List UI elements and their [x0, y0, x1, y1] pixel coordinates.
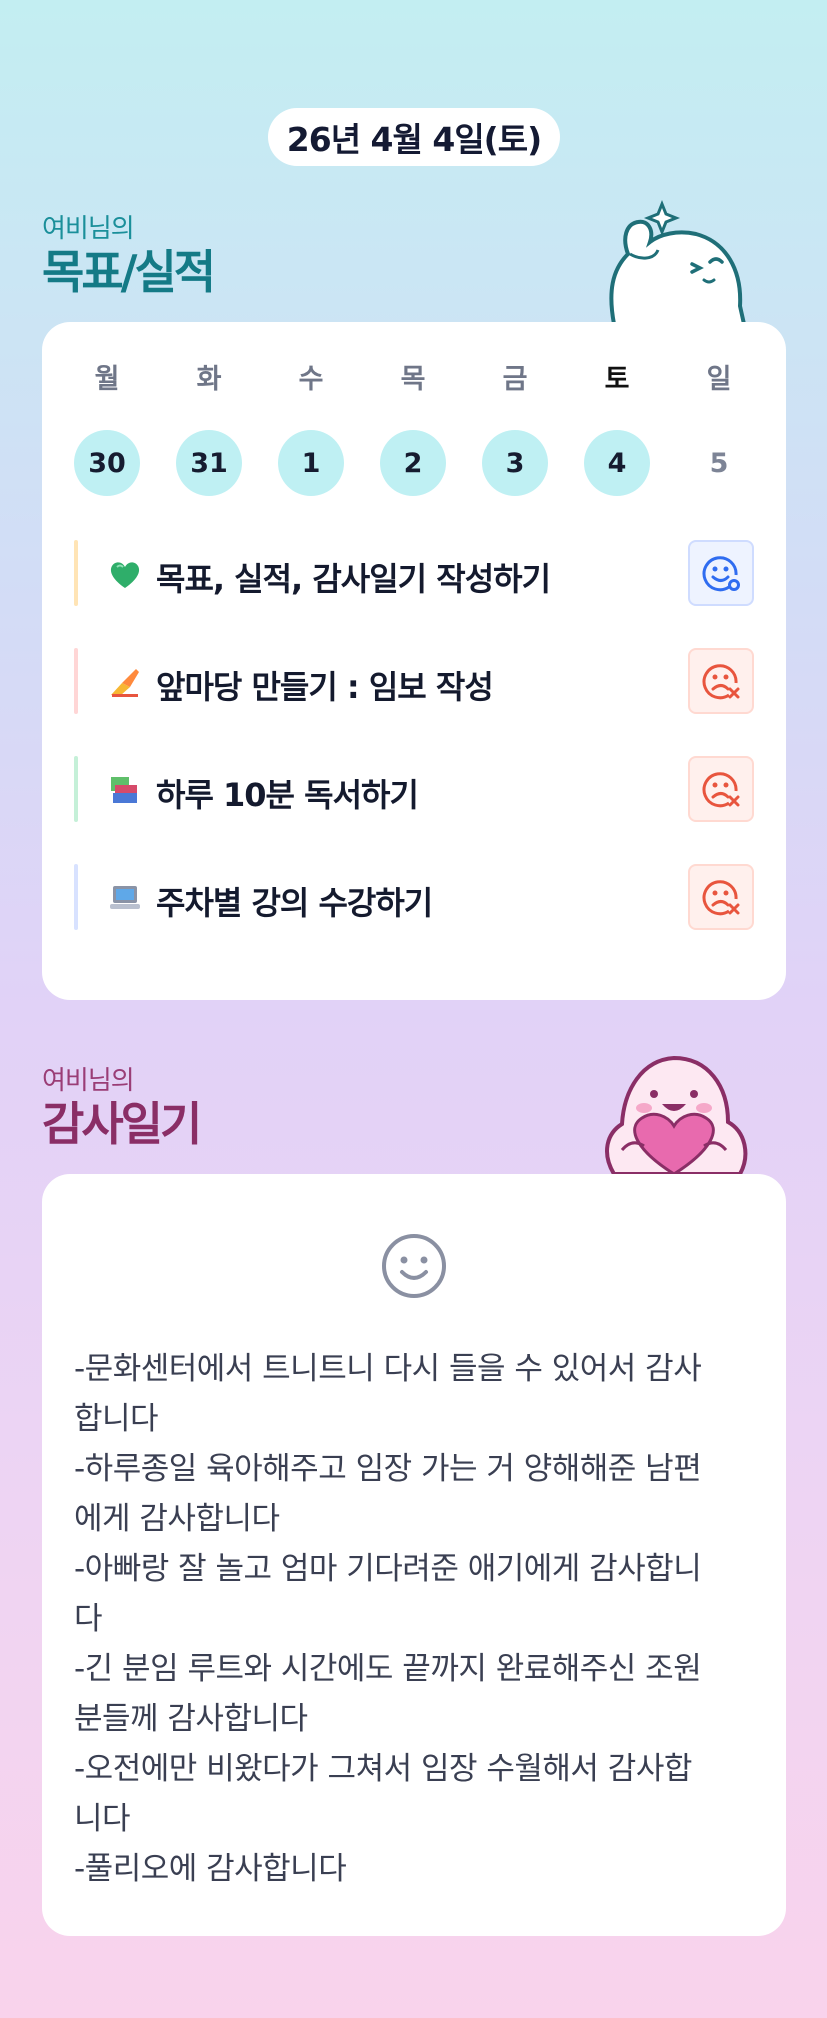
gratitude-line: 분들께 감사합니다	[74, 1701, 308, 1737]
day-column[interactable]: 금3	[482, 360, 548, 496]
day-number[interactable]: 4	[584, 430, 650, 496]
day-number[interactable]: 3	[482, 430, 548, 496]
date-pill[interactable]: 26년 4월 4일(토)	[268, 108, 560, 166]
gratitude-line: 니다	[74, 1801, 131, 1837]
weekday-label: 수	[298, 364, 324, 395]
pink-mascot-icon	[605, 1055, 748, 1174]
laptop-icon	[108, 881, 142, 915]
weekday-label: 일	[706, 364, 732, 395]
smiley-face-icon[interactable]	[380, 1232, 448, 1300]
day-number[interactable]: 5	[686, 430, 752, 496]
weekday-label: 화	[196, 364, 222, 395]
books-icon	[108, 773, 142, 807]
day-column[interactable]: 목2	[380, 360, 446, 496]
date-label: 26년 4월 4일(토)	[286, 120, 542, 159]
day-column[interactable]: 일5	[686, 360, 752, 496]
goal-text: 앞마당 만들기 : 임보 작성	[156, 668, 494, 706]
gratitude-journal-text: -문화센터에서 트니트니 다시 들을 수 있어서 감사합니다 -하루종일 육아해주…	[74, 1344, 764, 1894]
gratitude-line: -오전에만 비왔다가 그쳐서 임장 수월해서 감사합	[74, 1751, 692, 1787]
day-number[interactable]: 2	[380, 430, 446, 496]
gratitude-line: -하루종일 육아해주고 임장 가는 거 양해해준 남편	[74, 1451, 702, 1487]
day-column[interactable]: 월 30	[74, 360, 140, 496]
gratitude-line: 에게 감사합니다	[74, 1501, 280, 1537]
ghost-mascot-icon	[609, 199, 747, 324]
weekday-label: 금	[502, 364, 528, 395]
goal-item[interactable]: 앞마당 만들기 : 임보 작성	[74, 648, 754, 714]
goal-item[interactable]: 주차별 강의 수강하기	[74, 864, 754, 930]
goal-done-status-icon[interactable]	[688, 540, 754, 606]
gratitude-card: -문화센터에서 트니트니 다시 들을 수 있어서 감사합니다 -하루종일 육아해주…	[42, 1174, 786, 1936]
gratitude-line: 다	[74, 1601, 103, 1637]
gratitude-line: -아빠랑 잘 놀고 엄마 기다려준 애기에게 감사합니	[74, 1551, 702, 1587]
goal-item[interactable]: 목표, 실적, 감사일기 작성하기	[74, 540, 754, 606]
goal-text: 목표, 실적, 감사일기 작성하기	[156, 560, 551, 598]
day-number[interactable]: 31	[176, 430, 242, 496]
day-number[interactable]: 30	[74, 430, 140, 496]
day-column[interactable]: 토4	[584, 360, 650, 496]
goal-color-bar	[74, 648, 78, 714]
day-column[interactable]: 수1	[278, 360, 344, 496]
goal-missed-status-icon[interactable]	[688, 864, 754, 930]
weekday-label: 토	[604, 364, 630, 395]
weekday-label: 목	[400, 364, 426, 395]
green-heart-icon	[108, 557, 142, 591]
goal-item[interactable]: 하루 10분 독서하기	[74, 756, 754, 822]
day-column[interactable]: 화 31	[176, 360, 242, 496]
writing-hand-icon	[108, 665, 142, 699]
goal-color-bar	[74, 756, 78, 822]
goals-section-title: 목표/실적	[42, 245, 216, 299]
goals-card: 월 30 화 31 수 1 목 2 금 3 토 4 일 5 목표, 실적, 감사일기 작성하기 앞마당 만들…	[42, 322, 786, 1000]
gratitude-line: -문화센터에서 트니트니 다시 들을 수 있어서 감사	[74, 1351, 702, 1387]
goal-missed-status-icon[interactable]	[688, 756, 754, 822]
weekday-label: 월	[94, 364, 120, 395]
goal-text: 하루 10분 독서하기	[156, 776, 419, 814]
goal-missed-status-icon[interactable]	[688, 648, 754, 714]
goal-color-bar	[74, 540, 78, 606]
gratitude-line: 합니다	[74, 1401, 159, 1437]
gratitude-line: -풀리오에 감사합니다	[74, 1851, 347, 1887]
day-number[interactable]: 1	[278, 430, 344, 496]
goal-color-bar	[74, 864, 78, 930]
gratitude-line: -긴 분임 루트와 시간에도 끝까지 완료해주신 조원	[74, 1651, 702, 1687]
goal-text: 주차별 강의 수강하기	[156, 884, 433, 922]
gratitude-section-title: 감사일기	[42, 1097, 202, 1151]
